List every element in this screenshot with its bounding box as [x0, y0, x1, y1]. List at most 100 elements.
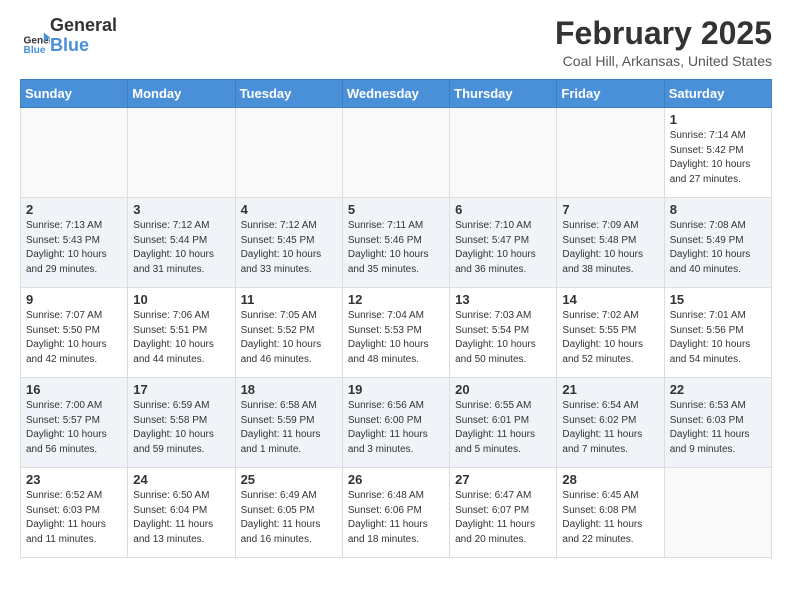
calendar-cell [342, 108, 449, 198]
day-info: Sunrise: 6:53 AM Sunset: 6:03 PM Dayligh… [670, 399, 766, 457]
day-number: 10 [133, 292, 229, 307]
day-info: Sunrise: 6:59 AM Sunset: 5:58 PM Dayligh… [133, 399, 229, 457]
day-info: Sunrise: 7:03 AM Sunset: 5:54 PM Dayligh… [455, 309, 551, 367]
calendar-cell: 21Sunrise: 6:54 AM Sunset: 6:02 PM Dayli… [557, 378, 664, 468]
day-number: 3 [133, 202, 229, 217]
calendar-cell: 1 Sunrise: 7:14 AM Sunset: 5:42 PM Daylig… [664, 108, 771, 198]
calendar-header-row: SundayMondayTuesdayWednesdayThursdayFrid… [21, 80, 772, 108]
calendar-cell: 19 Sunrise: 6:56 AM Sunset: 6:00 PM Dayli… [342, 378, 449, 468]
day-number: 26 [348, 472, 444, 487]
title-block: February 2025 Coal Hill, Arkansas, Unite… [555, 16, 772, 69]
calendar-cell: 15Sunrise: 7:01 AM Sunset: 5:56 PM Dayli… [664, 288, 771, 378]
day-number: 7 [562, 202, 658, 217]
calendar-table: SundayMondayTuesdayWednesdayThursdayFrid… [20, 79, 772, 558]
day-number: 12 [348, 292, 444, 307]
calendar-cell: 5 Sunrise: 7:11 AM Sunset: 5:46 PM Daylig… [342, 198, 449, 288]
day-info: Sunrise: 7:01 AM Sunset: 5:56 PM Dayligh… [670, 309, 766, 367]
day-number: 8 [670, 202, 766, 217]
day-info: Sunrise: 7:00 AM Sunset: 5:57 PM Dayligh… [26, 399, 122, 457]
calendar-cell: 22Sunrise: 6:53 AM Sunset: 6:03 PM Dayli… [664, 378, 771, 468]
calendar-cell [128, 108, 235, 198]
day-number: 11 [241, 292, 337, 307]
day-number: 28 [562, 472, 658, 487]
day-info: Sunrise: 7:12 AM Sunset: 5:45 PM Dayligh… [241, 219, 337, 277]
calendar-cell: 23 Sunrise: 6:52 AM Sunset: 6:03 PM Dayli… [21, 468, 128, 558]
calendar-cell: 14 Sunrise: 7:02 AM Sunset: 5:55 PM Dayli… [557, 288, 664, 378]
day-number: 19 [348, 382, 444, 397]
day-number: 4 [241, 202, 337, 217]
day-info: Sunrise: 6:48 AM Sunset: 6:06 PM Dayligh… [348, 489, 444, 547]
calendar-cell: 18 Sunrise: 6:58 AM Sunset: 5:59 PM Dayli… [235, 378, 342, 468]
month-title: February 2025 [555, 16, 772, 51]
col-header-saturday: Saturday [664, 80, 771, 108]
calendar-cell: 24 Sunrise: 6:50 AM Sunset: 6:04 PM Dayli… [128, 468, 235, 558]
calendar-cell: 27 Sunrise: 6:47 AM Sunset: 6:07 PM Dayli… [450, 468, 557, 558]
col-header-tuesday: Tuesday [235, 80, 342, 108]
day-number: 5 [348, 202, 444, 217]
day-info: Sunrise: 6:56 AM Sunset: 6:00 PM Dayligh… [348, 399, 444, 457]
day-info: Sunrise: 6:58 AM Sunset: 5:59 PM Dayligh… [241, 399, 337, 457]
logo: General Blue General Blue [20, 16, 117, 56]
calendar-cell: 10 Sunrise: 7:06 AM Sunset: 5:51 PM Dayli… [128, 288, 235, 378]
calendar-cell [450, 108, 557, 198]
day-info: Sunrise: 7:07 AM Sunset: 5:50 PM Dayligh… [26, 309, 122, 367]
col-header-friday: Friday [557, 80, 664, 108]
day-info: Sunrise: 7:05 AM Sunset: 5:52 PM Dayligh… [241, 309, 337, 367]
day-number: 25 [241, 472, 337, 487]
calendar-cell: 4 Sunrise: 7:12 AM Sunset: 5:45 PM Daylig… [235, 198, 342, 288]
day-number: 13 [455, 292, 551, 307]
calendar-cell: 9 Sunrise: 7:07 AM Sunset: 5:50 PM Daylig… [21, 288, 128, 378]
day-number: 23 [26, 472, 122, 487]
day-info: Sunrise: 6:55 AM Sunset: 6:01 PM Dayligh… [455, 399, 551, 457]
day-number: 1 [670, 112, 766, 127]
calendar-week-row: 9 Sunrise: 7:07 AM Sunset: 5:50 PM Daylig… [21, 288, 772, 378]
calendar-cell: 3 Sunrise: 7:12 AM Sunset: 5:44 PM Daylig… [128, 198, 235, 288]
logo-blue: Blue [50, 36, 117, 56]
calendar-cell [235, 108, 342, 198]
svg-text:Blue: Blue [24, 44, 46, 55]
day-info: Sunrise: 7:08 AM Sunset: 5:49 PM Dayligh… [670, 219, 766, 277]
day-info: Sunrise: 7:02 AM Sunset: 5:55 PM Dayligh… [562, 309, 658, 367]
calendar-cell: 17Sunrise: 6:59 AM Sunset: 5:58 PM Dayli… [128, 378, 235, 468]
calendar-cell [21, 108, 128, 198]
calendar-cell: 7Sunrise: 7:09 AM Sunset: 5:48 PM Daylig… [557, 198, 664, 288]
day-number: 2 [26, 202, 122, 217]
day-info: Sunrise: 6:47 AM Sunset: 6:07 PM Dayligh… [455, 489, 551, 547]
col-header-sunday: Sunday [21, 80, 128, 108]
location: Coal Hill, Arkansas, United States [555, 53, 772, 69]
calendar-cell: 8 Sunrise: 7:08 AM Sunset: 5:49 PM Daylig… [664, 198, 771, 288]
calendar-cell [557, 108, 664, 198]
day-info: Sunrise: 7:10 AM Sunset: 5:47 PM Dayligh… [455, 219, 551, 277]
day-info: Sunrise: 7:06 AM Sunset: 5:51 PM Dayligh… [133, 309, 229, 367]
day-number: 18 [241, 382, 337, 397]
day-info: Sunrise: 6:50 AM Sunset: 6:04 PM Dayligh… [133, 489, 229, 547]
calendar-week-row: 16Sunrise: 7:00 AM Sunset: 5:57 PM Dayli… [21, 378, 772, 468]
day-number: 24 [133, 472, 229, 487]
calendar-cell [664, 468, 771, 558]
calendar-cell: 25Sunrise: 6:49 AM Sunset: 6:05 PM Dayli… [235, 468, 342, 558]
col-header-monday: Monday [128, 80, 235, 108]
day-number: 9 [26, 292, 122, 307]
calendar-cell: 26 Sunrise: 6:48 AM Sunset: 6:06 PM Dayli… [342, 468, 449, 558]
day-info: Sunrise: 6:54 AM Sunset: 6:02 PM Dayligh… [562, 399, 658, 457]
day-number: 27 [455, 472, 551, 487]
calendar-cell: 28Sunrise: 6:45 AM Sunset: 6:08 PM Dayli… [557, 468, 664, 558]
calendar-cell: 6Sunrise: 7:10 AM Sunset: 5:47 PM Daylig… [450, 198, 557, 288]
logo-general: General [50, 16, 117, 36]
calendar-cell: 2Sunrise: 7:13 AM Sunset: 5:43 PM Daylig… [21, 198, 128, 288]
header: General Blue General Blue February 2025 … [20, 16, 772, 69]
calendar-cell: 13 Sunrise: 7:03 AM Sunset: 5:54 PM Dayli… [450, 288, 557, 378]
calendar-cell: 12Sunrise: 7:04 AM Sunset: 5:53 PM Dayli… [342, 288, 449, 378]
calendar-cell: 20 Sunrise: 6:55 AM Sunset: 6:01 PM Dayli… [450, 378, 557, 468]
day-number: 20 [455, 382, 551, 397]
calendar-week-row: 2Sunrise: 7:13 AM Sunset: 5:43 PM Daylig… [21, 198, 772, 288]
day-info: Sunrise: 6:52 AM Sunset: 6:03 PM Dayligh… [26, 489, 122, 547]
col-header-wednesday: Wednesday [342, 80, 449, 108]
day-info: Sunrise: 7:12 AM Sunset: 5:44 PM Dayligh… [133, 219, 229, 277]
day-info: Sunrise: 7:11 AM Sunset: 5:46 PM Dayligh… [348, 219, 444, 277]
calendar-week-row: 1 Sunrise: 7:14 AM Sunset: 5:42 PM Daylig… [21, 108, 772, 198]
day-info: Sunrise: 7:14 AM Sunset: 5:42 PM Dayligh… [670, 129, 766, 187]
day-number: 14 [562, 292, 658, 307]
calendar-week-row: 23 Sunrise: 6:52 AM Sunset: 6:03 PM Dayli… [21, 468, 772, 558]
logo-icon: General Blue [22, 28, 50, 56]
